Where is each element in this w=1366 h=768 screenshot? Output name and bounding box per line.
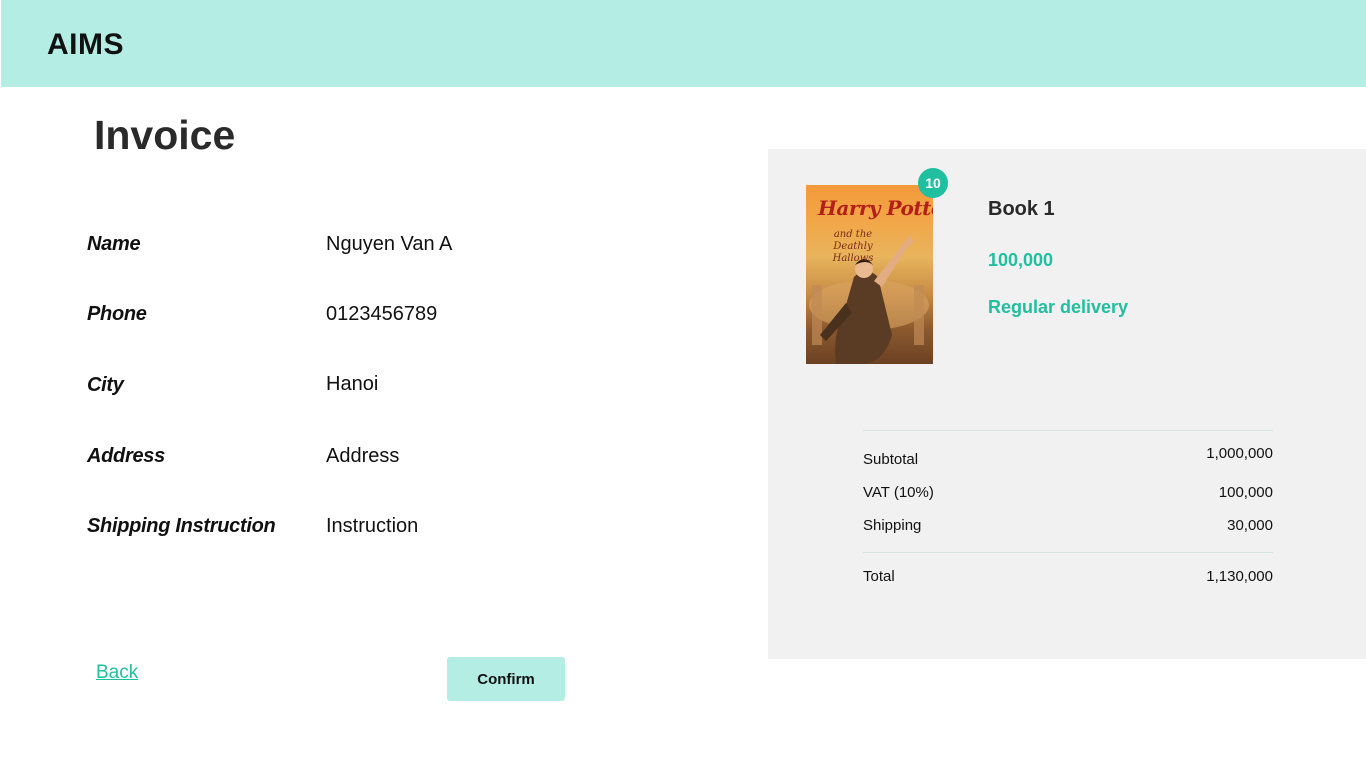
app-header: AIMS [1, 0, 1366, 87]
quantity-badge: 10 [918, 168, 948, 198]
summary-divider-bottom [863, 552, 1273, 553]
phone-value: 0123456789 [326, 303, 438, 325]
address-label: Address [87, 445, 165, 467]
shipping-label: Shipping [863, 517, 922, 534]
book-cover-image: Harry Potter and the Deathly Hallows [806, 185, 933, 364]
name-value: Nguyen Van A [326, 233, 453, 255]
subtotal-label: Subtotal [863, 451, 919, 468]
city-value: Hanoi [326, 373, 379, 395]
book-cover-subtitle: and the Deathly Hallows [832, 229, 874, 264]
confirm-button[interactable]: Confirm [447, 657, 565, 701]
delivery-type: Regular delivery [988, 297, 1129, 317]
book-cover-title: Harry Potter [818, 196, 933, 220]
book-name: Book 1 [988, 198, 1055, 220]
phone-label: Phone [87, 303, 147, 325]
total-label: Total [863, 568, 895, 585]
shipping-instruction-label: Shipping Instruction [87, 515, 276, 537]
brand-logo[interactable]: AIMS [47, 28, 124, 62]
total-value: 1,130,000 [1206, 568, 1273, 585]
address-value: Address [326, 445, 400, 467]
vat-label: VAT (10%) [863, 484, 934, 501]
name-label: Name [87, 233, 141, 255]
back-link[interactable]: Back [96, 661, 138, 685]
subtotal-value: 1,000,000 [1206, 445, 1273, 462]
shipping-instruction-value: Instruction [326, 515, 419, 537]
city-label: City [87, 374, 124, 396]
order-summary-panel: Harry Potter and the Deathly Hallows 10 … [768, 149, 1366, 659]
summary-divider-top [863, 430, 1273, 431]
page-title: Invoice [94, 112, 236, 158]
shipping-value: 30,000 [1227, 517, 1273, 534]
vat-value: 100,000 [1218, 484, 1273, 501]
book-price: 100,000 [988, 250, 1054, 270]
